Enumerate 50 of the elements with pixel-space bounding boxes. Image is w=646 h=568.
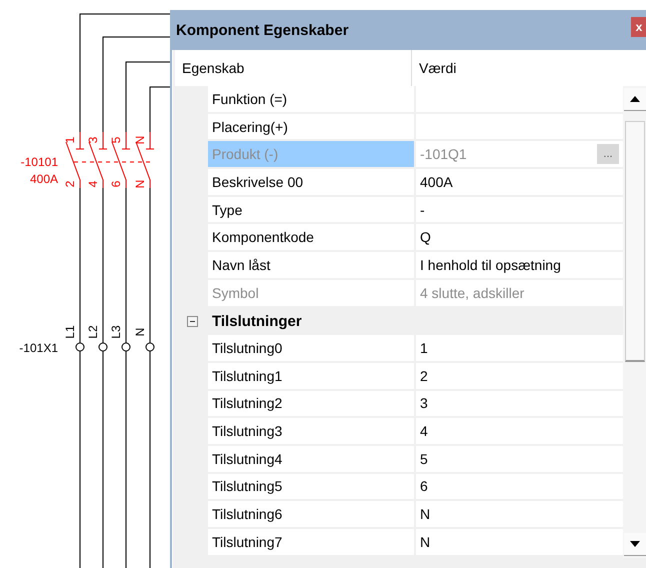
terminal-label: N — [133, 136, 147, 144]
property-name[interactable]: Tilslutning5 — [208, 474, 416, 502]
terminal-label: N — [133, 328, 147, 336]
terminal-label: 3 — [86, 136, 100, 144]
property-name[interactable]: Tilslutning1 — [208, 362, 416, 391]
terminal-label: L2 — [86, 325, 100, 339]
property-value[interactable]: N — [420, 506, 430, 522]
device-label: 400A — [30, 172, 58, 186]
scroll-thumb[interactable] — [625, 121, 645, 362]
property-value[interactable]: 2 — [420, 368, 428, 384]
property-name[interactable]: Type — [208, 196, 416, 224]
terminal-label: 6 — [109, 180, 123, 188]
property-name[interactable]: Tilslutning7 — [208, 529, 416, 557]
scroll-down-icon[interactable] — [624, 533, 646, 556]
property-value[interactable]: 3 — [420, 395, 428, 412]
property-value[interactable]: 400A — [420, 174, 453, 190]
property-name[interactable]: Beskrivelse 00 — [208, 169, 416, 197]
terminal-label: 2 — [63, 180, 77, 188]
property-name[interactable]: Tilslutning2 — [208, 390, 416, 418]
close-button[interactable]: x — [631, 17, 646, 37]
property-value[interactable]: 1 — [420, 340, 428, 356]
property-name[interactable]: Komponentkode — [208, 224, 416, 252]
column-header[interactable]: Værdi — [412, 50, 646, 86]
terminal-label: 5 — [109, 136, 123, 144]
property-value[interactable]: - — [420, 202, 425, 218]
property-value[interactable]: N — [420, 534, 430, 550]
property-name[interactable]: Funktion (=) — [208, 86, 416, 114]
property-name[interactable]: Tilslutning4 — [208, 446, 416, 474]
property-value[interactable]: 5 — [420, 450, 428, 467]
terminal-label: L3 — [109, 325, 123, 339]
terminal-label: L1 — [63, 325, 77, 339]
scrollbar[interactable] — [623, 86, 646, 558]
terminal-label: 4 — [86, 180, 100, 188]
property-name[interactable]: Tilslutning6 — [208, 501, 416, 529]
property-value[interactable]: 4 — [420, 423, 428, 440]
property-name[interactable]: Tilslutning3 — [208, 418, 416, 446]
device-label: -10101 — [20, 155, 58, 169]
scroll-up-icon[interactable] — [624, 88, 646, 111]
terminal-label: 1 — [63, 136, 77, 144]
terminal-label: N — [133, 180, 147, 188]
property-name[interactable]: Tilslutning0 — [208, 335, 416, 363]
property-name[interactable]: Navn låst — [208, 252, 416, 280]
property-value[interactable]: 6 — [420, 478, 428, 494]
category-name[interactable]: Tilslutninger — [208, 308, 302, 336]
value-cell[interactable] — [416, 86, 623, 114]
property-value[interactable]: Q — [420, 229, 431, 246]
device-label: -101X1 — [19, 341, 58, 355]
property-name[interactable]: Placering(+) — [208, 114, 416, 142]
collapse-icon[interactable] — [187, 316, 198, 327]
window-title: Komponent Egenskaber — [176, 22, 349, 38]
